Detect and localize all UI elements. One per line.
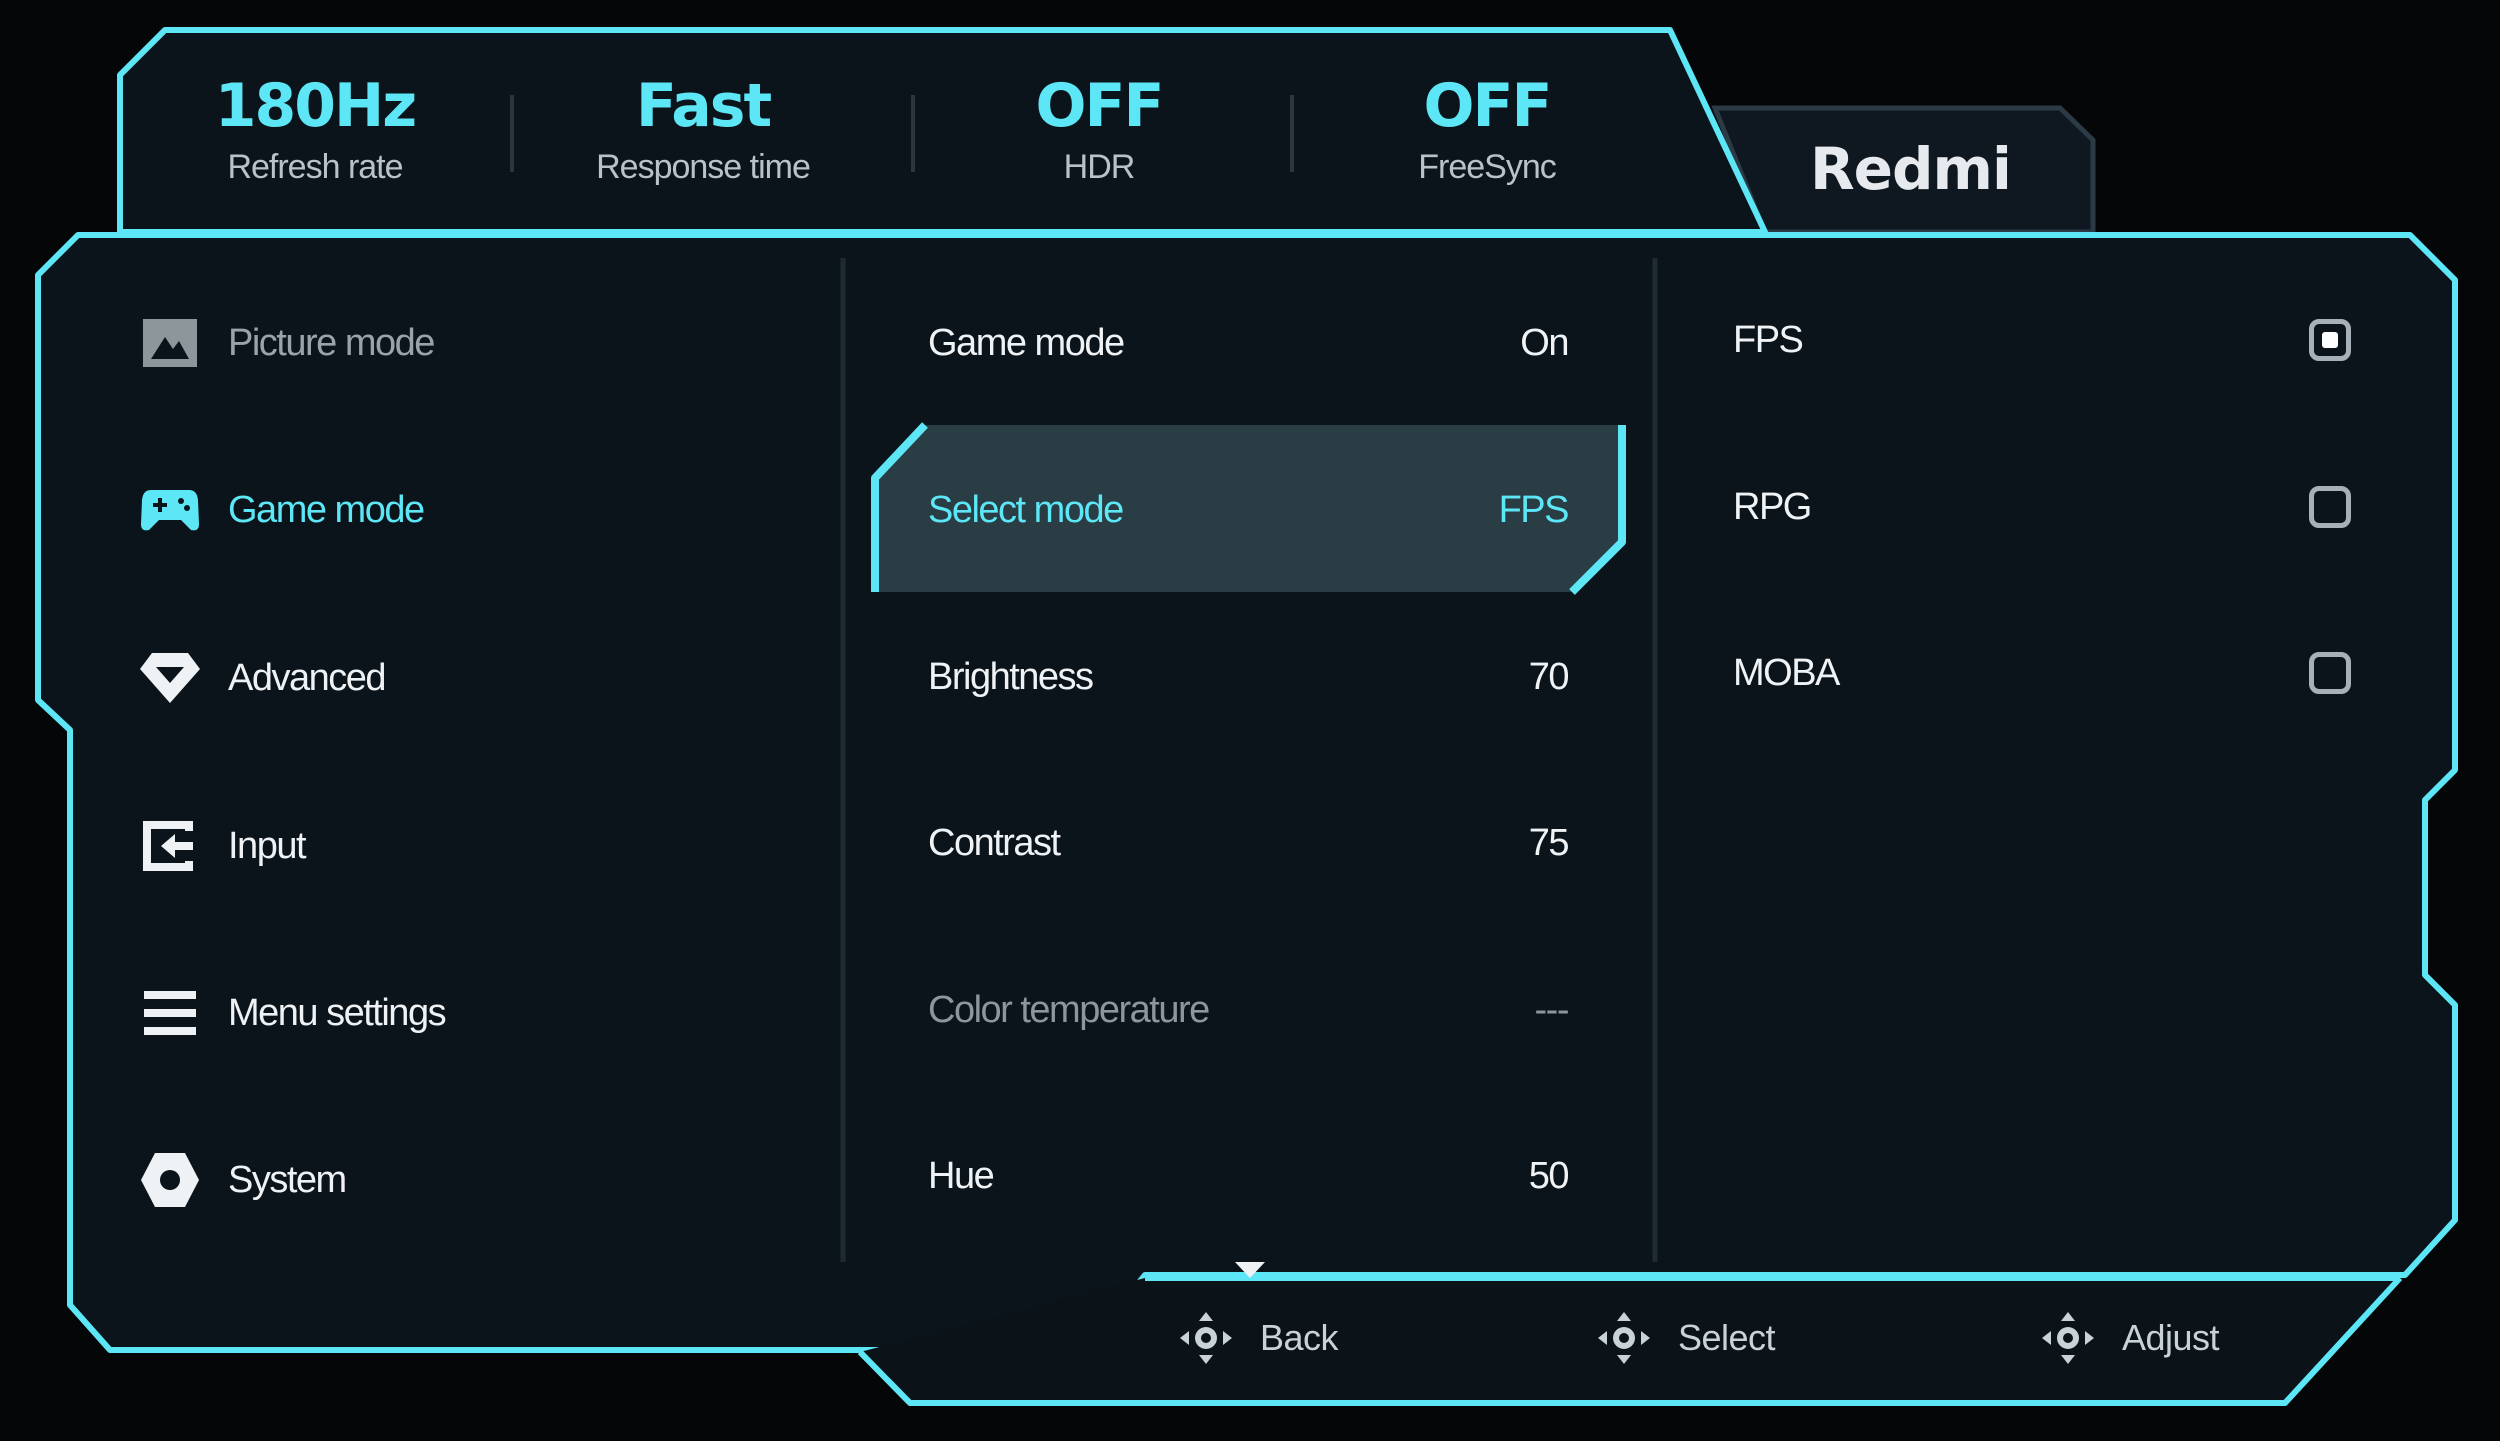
setting-value: 50 — [1528, 1154, 1570, 1197]
radio-checked-icon[interactable] — [2309, 319, 2351, 361]
response-time-label: Response time — [596, 148, 811, 186]
hint-label: Adjust — [2122, 1317, 2220, 1358]
radio-unchecked-icon[interactable] — [2309, 486, 2351, 528]
setting-label: Contrast — [928, 821, 1061, 864]
setting-label: Game mode — [928, 321, 1125, 364]
input-icon — [140, 816, 200, 876]
setting-label: Hue — [928, 1154, 995, 1197]
diamond-icon — [140, 648, 200, 708]
hint-select: Select — [1596, 1310, 1776, 1366]
setting-value: 70 — [1528, 655, 1570, 698]
menu-label: Picture mode — [228, 321, 435, 364]
freesync-label: FreeSync — [1418, 148, 1557, 186]
picture-icon — [140, 313, 200, 373]
setting-value: 75 — [1528, 821, 1570, 864]
hint-back: Back — [1178, 1310, 1339, 1366]
setting-row-select-mode[interactable]: Select mode FPS — [928, 470, 1570, 550]
menu-label: Advanced — [228, 656, 387, 699]
brand-logo: Redmi — [1810, 135, 2012, 203]
option-label: RPG — [1733, 485, 1812, 528]
menu-label: Input — [228, 824, 307, 867]
setting-row-brightness[interactable]: Brightness 70 — [928, 637, 1570, 717]
stat-freesync: OFF FreeSync — [1327, 70, 1647, 187]
response-time-value: Fast — [635, 71, 772, 141]
setting-label: Color temperature — [928, 988, 1210, 1031]
refresh-rate-value: 180Hz — [214, 71, 417, 141]
menu-item-advanced[interactable]: Advanced — [140, 638, 387, 718]
setting-row-hue[interactable]: Hue 50 — [928, 1136, 1570, 1216]
hint-adjust: Adjust — [2040, 1310, 2220, 1366]
joystick-icon — [1180, 1312, 1232, 1364]
joystick-icon — [2042, 1312, 2094, 1364]
stat-hdr: OFF HDR — [939, 70, 1259, 187]
option-rpg[interactable]: RPG — [1733, 467, 2351, 547]
osd-frame — [35, 27, 2458, 1406]
hdr-label: HDR — [1063, 148, 1136, 186]
setting-row-contrast[interactable]: Contrast 75 — [928, 803, 1570, 883]
setting-row-game-mode[interactable]: Game mode On — [928, 303, 1569, 383]
menu-item-menu-settings[interactable]: Menu settings — [140, 973, 447, 1053]
setting-value: On — [1520, 321, 1569, 364]
setting-value: FPS — [1498, 488, 1570, 531]
option-label: FPS — [1733, 318, 1804, 361]
menu-label: Game mode — [228, 488, 425, 531]
hint-label: Select — [1678, 1317, 1776, 1358]
option-label: MOBA — [1733, 651, 1840, 694]
hint-label: Back — [1260, 1317, 1339, 1358]
menu-item-picture-mode[interactable]: Picture mode — [140, 303, 435, 383]
menu-item-input[interactable]: Input — [140, 806, 307, 886]
option-fps[interactable]: FPS — [1733, 300, 2351, 380]
hexagon-icon — [140, 1150, 200, 1210]
setting-label: Select mode — [928, 488, 1124, 531]
option-moba[interactable]: MOBA — [1733, 633, 2351, 713]
hdr-value: OFF — [1035, 71, 1165, 141]
joystick-icon — [1598, 1312, 1650, 1364]
refresh-rate-label: Refresh rate — [227, 148, 403, 186]
menu-item-game-mode[interactable]: Game mode — [140, 470, 425, 550]
menu-label: Menu settings — [228, 991, 447, 1034]
menu-item-system[interactable]: System — [140, 1140, 347, 1220]
freesync-value: OFF — [1423, 71, 1553, 141]
setting-row-color-temperature: Color temperature --- — [928, 970, 1570, 1050]
stat-refresh-rate: 180Hz Refresh rate — [155, 70, 475, 187]
setting-label: Brightness — [928, 655, 1094, 698]
menu-icon — [140, 983, 200, 1043]
stat-response-time: Fast Response time — [543, 70, 863, 187]
radio-unchecked-icon[interactable] — [2309, 652, 2351, 694]
menu-label: System — [228, 1158, 347, 1201]
gamepad-icon — [140, 480, 200, 540]
setting-value: --- — [1534, 988, 1570, 1031]
